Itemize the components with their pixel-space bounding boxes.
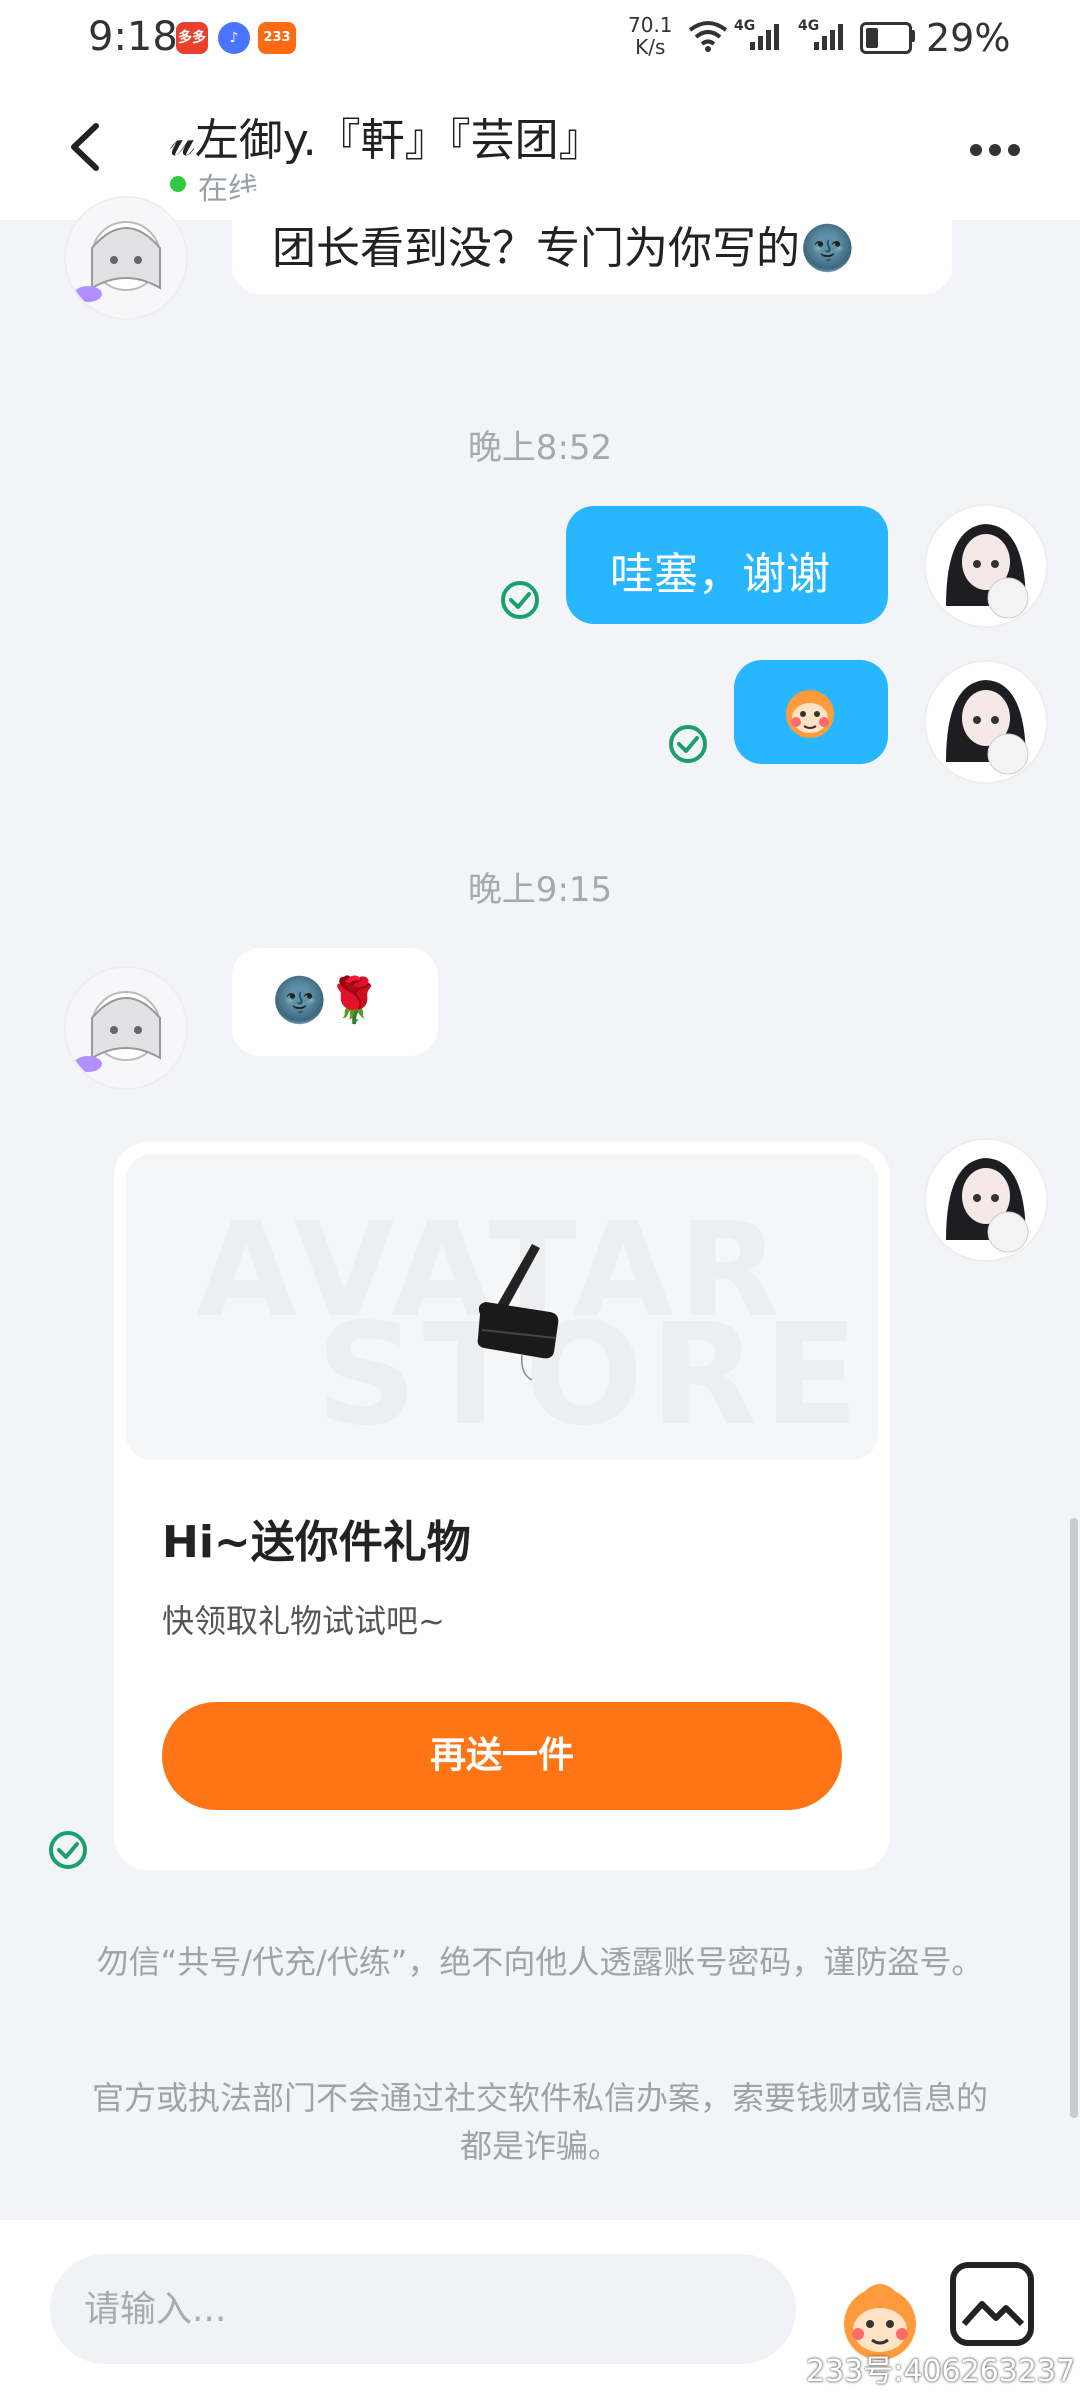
my-avatar[interactable] (924, 1138, 1048, 1262)
shopping-app-icon: 多多 (176, 22, 208, 54)
contact-avatar[interactable] (64, 196, 188, 320)
read-check-icon (500, 580, 540, 620)
chevron-left-icon (71, 123, 99, 171)
battery-icon (860, 22, 912, 54)
timestamp-label: 晚上9:15 (467, 870, 613, 910)
my-avatar[interactable] (924, 504, 1048, 628)
image-picker-button[interactable] (950, 2262, 1034, 2346)
233-app-icon: 233 (258, 22, 296, 54)
more-dot (1008, 144, 1020, 156)
scrollbar[interactable] (1070, 1518, 1078, 2118)
network-speed-unit: K/s (635, 35, 666, 59)
gift-title: Hi~送你件礼物 (162, 1517, 471, 1568)
read-check-icon (48, 1830, 88, 1870)
my-avatar[interactable] (924, 660, 1048, 784)
gift-subtitle: 快领取礼物试试吧~ (162, 1602, 445, 1640)
user-id-watermark: 233号:406263237 (806, 2354, 1076, 2389)
more-dot (989, 144, 1001, 156)
dark-hair-girl-avatar-icon (926, 662, 1046, 782)
anime-girl-avatar-icon (66, 198, 186, 318)
message-text: 团长看到没？专门为你写的🌚 (272, 223, 855, 274)
message-text: 🌚🌹 (272, 975, 382, 1026)
more-options-button[interactable] (960, 130, 1030, 170)
contact-avatar[interactable] (64, 966, 188, 1090)
battery-fill (866, 28, 878, 48)
status-time: 9:18 (88, 14, 178, 60)
gift-watermark-store: STORE (316, 1294, 865, 1457)
message-input[interactable] (50, 2254, 796, 2364)
battery-tip (910, 30, 915, 42)
signal-2-icon (812, 22, 846, 59)
crossbody-bag-icon (462, 1234, 572, 1384)
security-notice-fraud: 官方或执法部门不会通过社交软件私信办案，索要钱财或信息的都是诈骗。 (91, 2079, 988, 2165)
security-notice-account: 勿信“共号/代充/代练”，绝不向他人透露账号密码，谨防盗号。 (96, 1943, 984, 1981)
signal-1-icon (748, 22, 782, 59)
message-bubble-incoming[interactable]: 🌚🌹 (232, 948, 438, 1056)
timestamp-label: 晚上8:52 (467, 428, 613, 468)
network-speed: 70.1 K/s (628, 14, 673, 58)
gift-image-area[interactable]: AVATAR STORE (126, 1154, 878, 1460)
message-bubble-incoming[interactable]: 团长看到没？专门为你写的🌚 (232, 190, 952, 294)
wifi-icon (688, 20, 728, 59)
network-speed-value: 70.1 (628, 13, 673, 37)
back-button[interactable] (60, 112, 110, 182)
send-another-gift-button[interactable]: 再送一件 (162, 1702, 842, 1810)
music-app-icon: ♪ (218, 22, 250, 54)
image-icon (961, 2301, 1025, 2327)
more-dot (970, 144, 982, 156)
message-bubble-outgoing[interactable] (734, 660, 888, 764)
dark-hair-girl-avatar-icon (926, 1140, 1046, 1260)
chat-title[interactable]: 𝓊左御y.『軒』『芸团』 (170, 104, 603, 168)
message-bubble-outgoing[interactable]: 哇塞，谢谢 (566, 506, 888, 624)
monkey-sticker-icon (778, 684, 842, 740)
online-indicator (170, 176, 186, 192)
read-check-icon (668, 724, 708, 764)
battery-percent: 29% (926, 16, 1011, 60)
message-text: 哇塞，谢谢 (610, 549, 830, 600)
dark-hair-girl-avatar-icon (926, 506, 1046, 626)
anime-girl-avatar-icon (66, 968, 186, 1088)
